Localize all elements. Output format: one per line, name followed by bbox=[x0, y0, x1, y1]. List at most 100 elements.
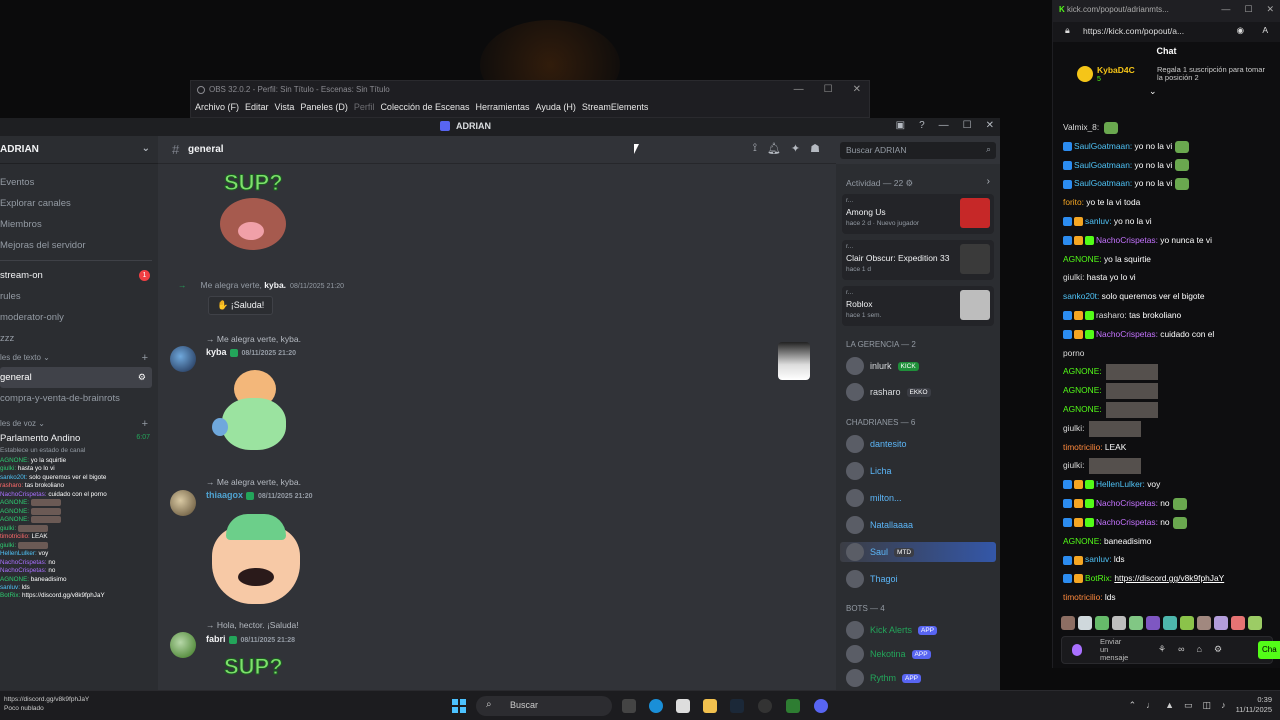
emote-icon[interactable] bbox=[1163, 616, 1177, 630]
reply-preview[interactable]: → Hola, hector. ¡Saluda! bbox=[206, 620, 299, 630]
maximize-icon[interactable]: ☐ bbox=[1244, 4, 1252, 15]
wave-button[interactable]: ✋ ¡Saluda! bbox=[208, 296, 274, 315]
chat-username[interactable]: AGNONE: bbox=[1063, 404, 1102, 414]
emote-icon[interactable] bbox=[1078, 616, 1092, 630]
chevron-right-icon[interactable]: › bbox=[987, 176, 990, 187]
channel-general[interactable]: general ⚙ bbox=[0, 367, 152, 388]
member-item[interactable]: Thagoi bbox=[846, 569, 898, 589]
discord-icon[interactable] bbox=[814, 699, 828, 713]
obs-icon[interactable] bbox=[758, 699, 772, 713]
inbox-icon[interactable]: ▣ bbox=[896, 120, 905, 131]
sidebar-item[interactable]: Mejoras del servidor bbox=[0, 235, 158, 256]
obs-menu-item[interactable]: Ayuda (H) bbox=[536, 102, 576, 112]
gift-sub-prompt[interactable]: Regala 1 suscripción para tomar la posic… bbox=[1157, 66, 1267, 82]
chat-username[interactable]: AGNONE: bbox=[1063, 536, 1102, 546]
member-item[interactable]: Rythm APP bbox=[846, 668, 922, 688]
pin-icon[interactable]: ✦ bbox=[791, 142, 800, 155]
voice-channel[interactable]: Parlamento Andino 6:07 bbox=[0, 433, 158, 447]
chat-username[interactable]: AGNONE: bbox=[1063, 254, 1102, 264]
chat-username[interactable]: sanluv: bbox=[1085, 216, 1112, 226]
obs-menu-item[interactable]: Editar bbox=[245, 102, 269, 112]
chat-username[interactable]: giulki: bbox=[1063, 272, 1084, 282]
weather-widget[interactable]: https://discord.gg/v8k9fphJaY Poco nublad… bbox=[4, 695, 89, 713]
chat-username[interactable]: NachoCrispetas: bbox=[1096, 329, 1158, 339]
gift-icon[interactable]: ⚘ bbox=[1158, 644, 1166, 655]
folder-icon[interactable] bbox=[703, 699, 717, 713]
threads-icon[interactable]: ⟟ bbox=[753, 142, 757, 155]
obs-menu-item[interactable]: Vista bbox=[275, 102, 295, 112]
settings-icon[interactable]: ⚙ bbox=[1214, 644, 1222, 655]
emote-icon[interactable] bbox=[1231, 616, 1245, 630]
clock[interactable]: 0:39 11/11/2025 bbox=[1236, 695, 1272, 715]
minimize-icon[interactable]: — bbox=[1221, 4, 1230, 15]
add-channel-icon[interactable]: + bbox=[142, 415, 148, 433]
minimize-icon[interactable]: — bbox=[794, 84, 804, 95]
maximize-icon[interactable]: ☐ bbox=[963, 120, 972, 131]
message-author[interactable]: thiaagox 08/11/2025 21:20 bbox=[206, 490, 313, 500]
channel-item[interactable]: moderator-only bbox=[0, 307, 158, 328]
search-input[interactable]: Buscar ADRIAN ⌕ bbox=[840, 142, 996, 159]
sidebar-item[interactable]: Explorar canales bbox=[0, 193, 158, 214]
server-header[interactable]: ADRIAN ⌄ bbox=[0, 136, 158, 164]
avatar[interactable] bbox=[170, 632, 196, 658]
battery-icon[interactable]: ▭ bbox=[1184, 700, 1193, 711]
address-bar[interactable]: 🔒︎ https://kick.com/popout/a... ◉ A bbox=[1053, 22, 1280, 42]
maximize-icon[interactable]: ☐ bbox=[824, 84, 833, 95]
reply-preview[interactable]: → Me alegra verte, kyba. bbox=[206, 477, 301, 487]
chat-username[interactable]: SaulGoatmaan: bbox=[1074, 141, 1132, 151]
chevron-up-icon[interactable]: ⌃ bbox=[1129, 700, 1137, 711]
emote-icon[interactable] bbox=[1146, 616, 1160, 630]
chat-username[interactable]: Valmix_8: bbox=[1063, 122, 1099, 132]
eye-off-icon[interactable]: ◉ bbox=[1237, 25, 1244, 36]
taskbar-search[interactable]: ⌕ Buscar bbox=[476, 696, 612, 716]
microphone-icon[interactable] bbox=[1072, 644, 1082, 656]
store-icon[interactable]: ⌂ bbox=[1197, 644, 1202, 655]
help-icon[interactable]: ? bbox=[919, 120, 925, 131]
obs-window[interactable]: OBS 32.0.2 - Perfil: Sin Título - Escena… bbox=[190, 80, 870, 118]
member-item[interactable]: Licha bbox=[846, 461, 892, 481]
member-item[interactable]: rasharo EKKO bbox=[846, 382, 931, 402]
reader-icon[interactable]: A bbox=[1262, 25, 1268, 35]
obs-menu-item[interactable]: Herramientas bbox=[476, 102, 530, 112]
reply-preview[interactable]: → Me alegra verte, kyba. bbox=[206, 334, 301, 344]
chat-username[interactable]: timotricilio: bbox=[1063, 592, 1103, 602]
chat-username[interactable]: sanko20t: bbox=[1063, 291, 1099, 301]
chat-link[interactable]: https://discord.gg/v8k9fphJaY bbox=[1114, 573, 1224, 583]
nvidia-icon[interactable]: ▲ bbox=[1165, 700, 1174, 710]
obs-menu-item[interactable]: StreamElements bbox=[582, 102, 649, 112]
chat-username[interactable]: rasharo: bbox=[1096, 310, 1127, 320]
member-item[interactable]: Saul MTD bbox=[840, 542, 996, 562]
category-text[interactable]: les de texto ⌄ + bbox=[0, 349, 158, 367]
sidebar-item[interactable]: Eventos bbox=[0, 172, 158, 193]
chat-username[interactable]: porno bbox=[1063, 348, 1084, 358]
send-button[interactable]: Cha bbox=[1258, 641, 1280, 659]
task-view-icon[interactable] bbox=[622, 699, 636, 713]
emote-icon[interactable] bbox=[1112, 616, 1126, 630]
channel-compra-y-venta[interactable]: compra-y-venta-de-brainrots bbox=[0, 388, 158, 409]
voice-status[interactable]: Establece un estado de canal bbox=[0, 447, 158, 457]
emote-icon[interactable] bbox=[1061, 616, 1075, 630]
close-icon[interactable]: ✕ bbox=[853, 84, 861, 95]
microphone-icon[interactable]: ♩ bbox=[1146, 700, 1155, 710]
avatar[interactable] bbox=[170, 490, 196, 516]
chat-username[interactable]: NachoCrispetas: bbox=[1096, 235, 1158, 245]
windows-start-icon[interactable] bbox=[452, 699, 466, 713]
minimize-icon[interactable]: — bbox=[939, 120, 949, 131]
store-icon[interactable] bbox=[676, 699, 690, 713]
chat-username[interactable]: AGNONE: bbox=[1063, 385, 1102, 395]
link-icon[interactable]: ∞ bbox=[1178, 644, 1184, 655]
chat-username[interactable]: giulki: bbox=[1063, 460, 1084, 470]
activity-card[interactable]: r... Among Us hace 2 d · Nuevo jugador bbox=[842, 194, 994, 234]
chat-input[interactable]: Enviar un mensaje ⚘ ∞ ⌂ ⚙ Cha bbox=[1061, 636, 1280, 664]
members-icon[interactable]: ☗ bbox=[810, 142, 820, 155]
chat-username[interactable]: forito: bbox=[1063, 197, 1084, 207]
emote-icon[interactable] bbox=[1197, 616, 1211, 630]
emote-icon[interactable] bbox=[1129, 616, 1143, 630]
channel-item[interactable]: zzz bbox=[0, 328, 158, 349]
steam-icon[interactable] bbox=[730, 699, 744, 713]
activity-card[interactable]: r... Clair Obscur: Expedition 33 hace 1 d bbox=[842, 240, 994, 280]
channel-item[interactable]: rules bbox=[0, 286, 158, 307]
chat-username[interactable]: SaulGoatmaan: bbox=[1074, 178, 1132, 188]
message-author[interactable]: fabri 08/11/2025 21:28 bbox=[206, 634, 295, 644]
avatar[interactable] bbox=[170, 346, 196, 372]
